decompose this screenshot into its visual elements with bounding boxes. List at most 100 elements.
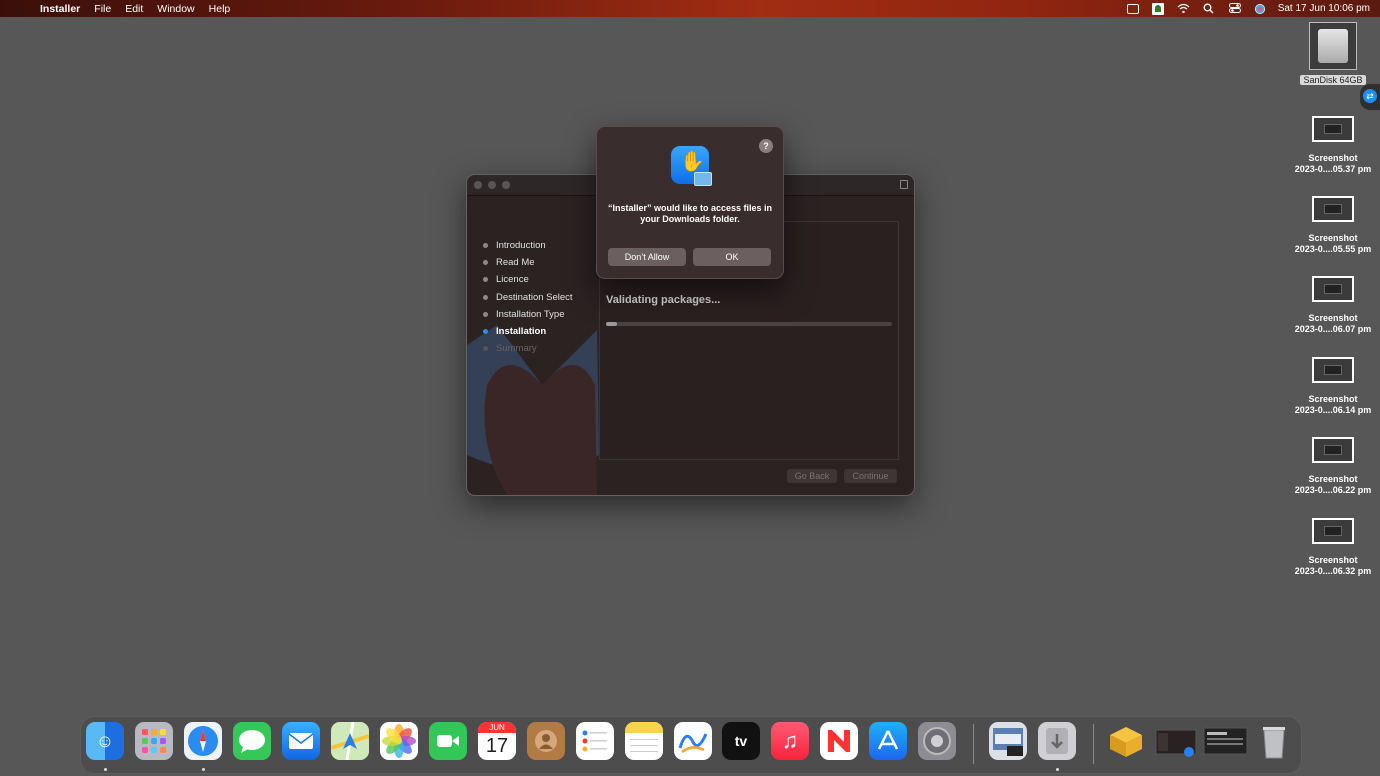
file-name-line2: 2023-0....05.55 pm	[1294, 244, 1372, 254]
calendar-month: JUN	[478, 722, 516, 733]
install-status-text: Validating packages...	[606, 294, 721, 306]
teamviewer-side-tab[interactable]: ⇄	[1360, 84, 1380, 110]
freeform-icon[interactable]	[674, 722, 712, 760]
step-summary: Summary	[483, 340, 573, 357]
privacy-hand-icon: ✋	[671, 146, 712, 186]
folder-icon	[694, 172, 712, 186]
desktop-screenshot-file[interactable]: Screenshot 2023-0....06.14 pm	[1290, 357, 1376, 416]
music-icon[interactable]: ♫	[771, 722, 809, 760]
progress-fill	[606, 322, 618, 326]
screenshot-thumbnail-icon	[1312, 116, 1354, 142]
package-installer-icon[interactable]	[1107, 722, 1145, 760]
file-name-line2: 2023-0....06.32 pm	[1294, 566, 1372, 576]
step-installation: Installation	[483, 323, 573, 340]
lock-icon	[900, 180, 908, 189]
menu-clock[interactable]: Sat 17 Jun 10:06 pm	[1278, 3, 1370, 14]
teamviewer-icon: ⇄	[1363, 89, 1377, 103]
file-name-line1: Screenshot	[1308, 233, 1358, 243]
desktop-screenshot-file[interactable]: Screenshot 2023-0....05.55 pm	[1290, 196, 1376, 255]
file-name-line1: Screenshot	[1308, 394, 1358, 404]
step-destination-select: Destination Select	[483, 289, 573, 306]
go-back-button[interactable]: Go Back	[787, 469, 837, 483]
spotlight-search-icon[interactable]	[1203, 3, 1216, 14]
downloads-access-alert: ? ✋ “Installer” would like to access fil…	[596, 126, 784, 279]
step-bullet-icon	[483, 329, 488, 335]
app-store-icon[interactable]	[869, 722, 907, 760]
sandisk-drive-icon[interactable]: SanDisk 64GB	[1300, 22, 1366, 88]
menu-window[interactable]: Window	[157, 3, 194, 15]
calendar-day: 17	[485, 735, 509, 757]
facetime-icon[interactable]	[429, 722, 467, 760]
teamviewer-menu-icon[interactable]	[1126, 3, 1139, 14]
menu-bar: Installer File Edit Window Help Sat 17 J…	[0, 0, 1380, 17]
trash-icon[interactable]	[1255, 722, 1293, 760]
reminders-icon[interactable]	[576, 722, 614, 760]
installer-dock-icon[interactable]	[1038, 722, 1076, 760]
file-name-line1: Screenshot	[1308, 555, 1358, 565]
installer-steps-list: Introduction Read Me Licence Destination…	[483, 237, 573, 357]
step-read-me: Read Me	[483, 254, 573, 271]
screenshot-thumbnail-icon	[1312, 196, 1354, 222]
file-name-line2: 2023-0....06.14 pm	[1294, 405, 1372, 415]
running-indicator	[1056, 768, 1059, 771]
step-bullet-icon	[483, 294, 488, 300]
menu-app-installer[interactable]: Installer	[40, 3, 80, 15]
maps-icon[interactable]	[331, 722, 369, 760]
zoom-window-button[interactable]	[502, 181, 510, 189]
running-indicator	[104, 768, 107, 771]
menu-help[interactable]: Help	[209, 3, 231, 15]
finder-icon[interactable]: ☺	[86, 722, 124, 760]
install-progress-bar	[606, 322, 892, 326]
photos-icon[interactable]	[380, 722, 418, 760]
file-name-line2: 2023-0....06.22 pm	[1294, 485, 1372, 495]
file-name-line2: 2023-0....06.07 pm	[1294, 324, 1372, 334]
help-button[interactable]: ?	[759, 139, 773, 153]
calendar-icon[interactable]: JUN 17	[478, 722, 516, 760]
alert-message: “Installer” would like to access files i…	[607, 203, 773, 224]
launchpad-icon[interactable]	[135, 722, 173, 760]
recent-window-thumbnail[interactable]	[1203, 722, 1249, 760]
siri-icon[interactable]	[1254, 3, 1265, 14]
step-installation-type: Installation Type	[483, 306, 573, 323]
menu-file[interactable]: File	[94, 3, 111, 15]
running-indicator	[202, 768, 205, 771]
dont-allow-button[interactable]: Don’t Allow	[608, 248, 686, 266]
desktop-screenshot-file[interactable]: Screenshot 2023-0....06.22 pm	[1290, 437, 1376, 496]
control-center-icon[interactable]	[1228, 3, 1242, 14]
step-bullet-icon	[483, 311, 488, 317]
contacts-icon[interactable]	[527, 722, 565, 760]
step-bullet-icon	[483, 277, 488, 283]
file-name-line1: Screenshot	[1308, 474, 1358, 484]
system-settings-icon[interactable]	[918, 722, 956, 760]
screenshot-thumbnail-icon	[1312, 357, 1354, 383]
apple-tv-icon[interactable]: tv	[722, 722, 760, 760]
step-bullet-icon	[483, 243, 488, 249]
step-licence: Licence	[483, 271, 573, 288]
news-icon[interactable]	[820, 722, 858, 760]
continue-button[interactable]: Continue	[844, 469, 897, 483]
file-name-line2: 2023-0....05.37 pm	[1294, 164, 1372, 174]
screenshot-thumbnail-icon	[1312, 518, 1354, 544]
file-name-line1: Screenshot	[1308, 153, 1358, 163]
messages-icon[interactable]	[233, 722, 271, 760]
dock-separator	[973, 724, 974, 764]
drive-icon	[1309, 22, 1357, 70]
desktop-screenshot-file[interactable]: Screenshot 2023-0....06.32 pm	[1290, 518, 1376, 577]
step-bullet-icon	[483, 346, 488, 352]
ok-button[interactable]: OK	[693, 248, 771, 266]
downloads-stack-icon[interactable]	[1154, 722, 1200, 760]
notes-icon[interactable]	[625, 722, 663, 760]
preview-screenshot-icon[interactable]	[989, 722, 1027, 760]
status-app-icon[interactable]	[1151, 2, 1164, 15]
step-bullet-icon	[483, 260, 488, 266]
mail-icon[interactable]	[282, 722, 320, 760]
close-window-button[interactable]	[474, 181, 482, 189]
screenshot-thumbnail-icon	[1312, 276, 1354, 302]
desktop-screenshot-file[interactable]: Screenshot 2023-0....06.07 pm	[1290, 276, 1376, 335]
safari-icon[interactable]	[184, 722, 222, 760]
desktop-screenshot-file[interactable]: Screenshot 2023-0....05.37 pm	[1290, 116, 1376, 175]
menu-edit[interactable]: Edit	[125, 3, 143, 15]
wifi-icon[interactable]	[1177, 3, 1190, 14]
screenshot-thumbnail-icon	[1312, 437, 1354, 463]
minimize-window-button[interactable]	[488, 181, 496, 189]
